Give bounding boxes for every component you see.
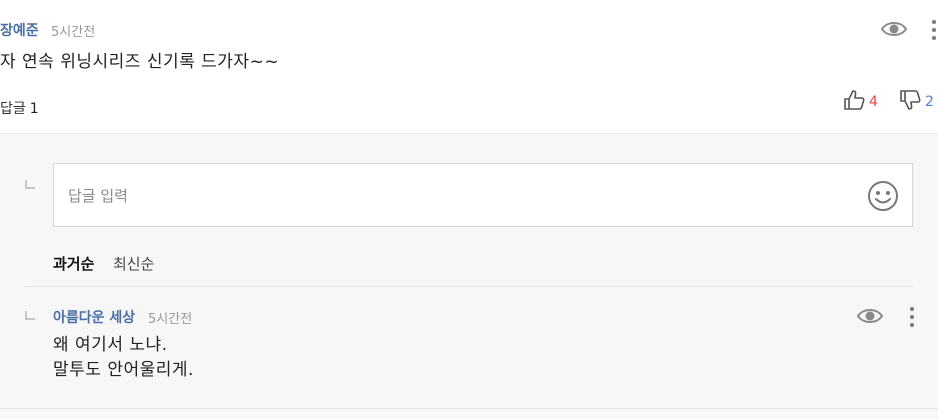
- reply-section: 과거순 최신순 아름다운 세상 5시간전 왜 여기서 노냐. 말투도 안어울리게…: [0, 133, 938, 419]
- divider: [0, 408, 938, 409]
- reply-indent-marker: [25, 180, 35, 189]
- reply-author[interactable]: 아름다운 세상: [53, 307, 135, 327]
- comment-author[interactable]: 장예준: [0, 20, 39, 40]
- thumbs-up-icon: [843, 89, 865, 115]
- more-vertical-icon[interactable]: [907, 306, 917, 328]
- comment-text: 자 연속 위닝시리즈 신기록 드가자~~: [0, 52, 280, 72]
- sort-oldest-button[interactable]: 과거순: [53, 253, 94, 274]
- thumbs-down-icon: [899, 89, 921, 115]
- like-button[interactable]: 4: [843, 90, 878, 114]
- reply-time: 5시간전: [148, 312, 193, 327]
- replies-count: 1: [29, 101, 39, 117]
- replies-label: 답글: [0, 101, 26, 117]
- reply-indent-marker: [25, 311, 35, 320]
- divider: [25, 286, 913, 287]
- more-vertical-icon[interactable]: [929, 19, 938, 41]
- sort-newest-button[interactable]: 최신순: [113, 253, 154, 274]
- smiley-icon[interactable]: [867, 180, 899, 212]
- eye-icon[interactable]: [856, 306, 884, 326]
- reply-text-line: 왜 여기서 노냐.: [53, 335, 168, 355]
- eye-icon[interactable]: [880, 19, 908, 39]
- replies-toggle-button[interactable]: 답글 1: [0, 98, 39, 118]
- reply-input-box[interactable]: [53, 163, 913, 227]
- dislike-button[interactable]: 2: [899, 90, 934, 114]
- like-count: 4: [869, 94, 878, 110]
- dislike-count: 2: [925, 94, 934, 110]
- reply-text-line: 말투도 안어울리게.: [53, 360, 194, 380]
- comment-time: 5시간전: [51, 25, 96, 40]
- reply-input[interactable]: [68, 184, 828, 208]
- comment: 장예준 5시간전 자 연속 위닝시리즈 신기록 드가자~~ 답글 1 4 2: [0, 0, 938, 133]
